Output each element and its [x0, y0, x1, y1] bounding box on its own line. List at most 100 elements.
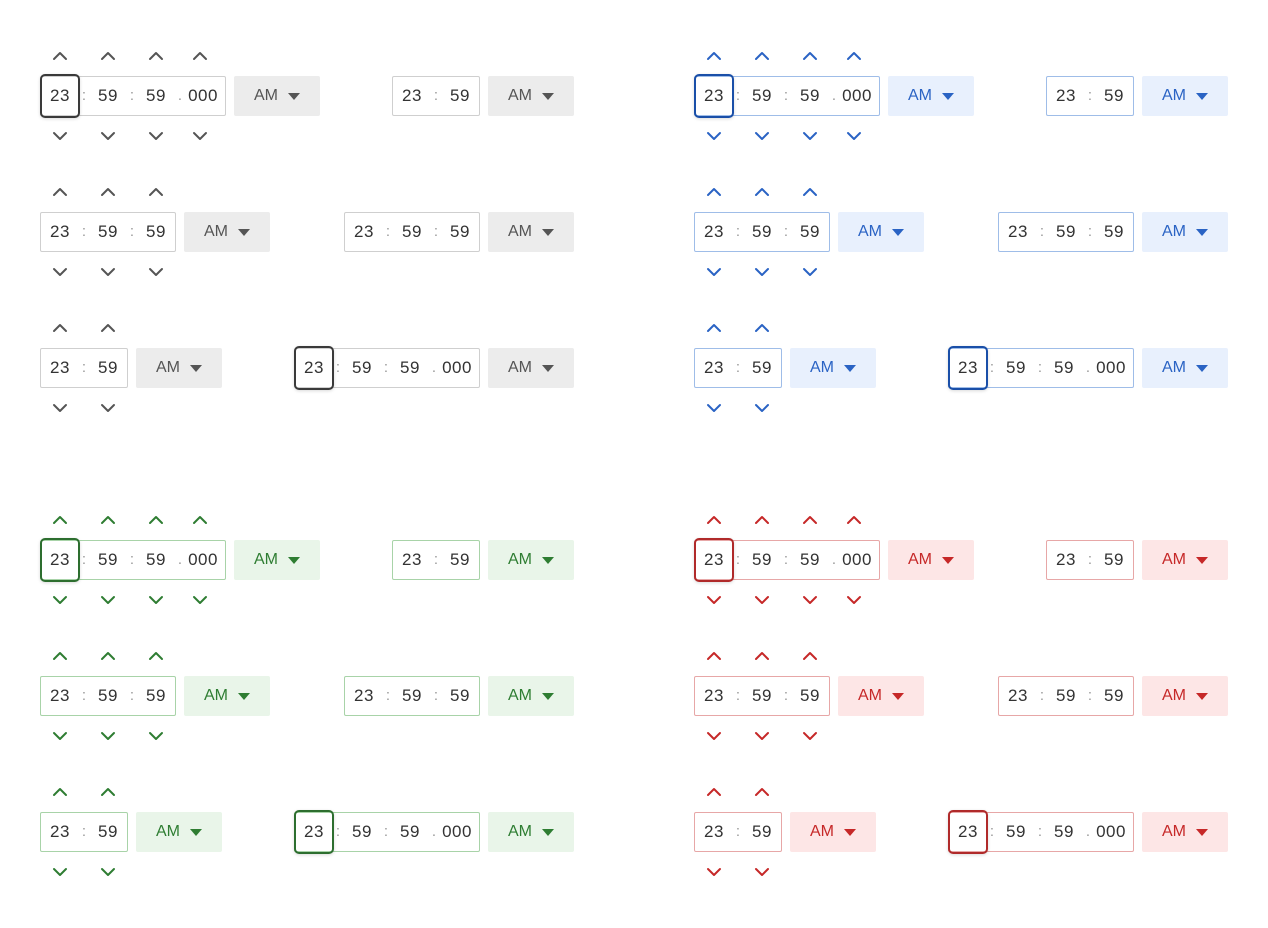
chevron-up-icon[interactable]: [752, 513, 772, 527]
seconds-segment[interactable]: 59: [440, 676, 480, 716]
seconds-segment[interactable]: 59: [790, 676, 830, 716]
minutes-segment[interactable]: 59: [742, 76, 782, 116]
chevron-up-icon[interactable]: [146, 513, 166, 527]
minutes-segment[interactable]: 59: [88, 212, 128, 252]
chevron-up-icon[interactable]: [50, 321, 70, 335]
minutes-segment[interactable]: 59: [742, 676, 782, 716]
chevron-down-icon[interactable]: [146, 129, 166, 143]
milliseconds-segment[interactable]: 000: [180, 540, 226, 580]
chevron-down-icon[interactable]: [98, 265, 118, 279]
chevron-down-icon[interactable]: [146, 265, 166, 279]
ampm-dropdown[interactable]: AM: [1142, 540, 1228, 580]
hours-segment[interactable]: 23: [392, 540, 432, 580]
chevron-down-icon[interactable]: [704, 593, 724, 607]
chevron-down-icon[interactable]: [50, 729, 70, 743]
chevron-down-icon[interactable]: [50, 865, 70, 879]
chevron-down-icon[interactable]: [704, 129, 724, 143]
chevron-down-icon[interactable]: [844, 593, 864, 607]
hours-segment[interactable]: 23: [344, 676, 384, 716]
seconds-segment[interactable]: 59: [790, 76, 830, 116]
chevron-up-icon[interactable]: [800, 513, 820, 527]
chevron-up-icon[interactable]: [98, 49, 118, 63]
chevron-up-icon[interactable]: [98, 649, 118, 663]
chevron-up-icon[interactable]: [146, 185, 166, 199]
hours-segment[interactable]: 23: [694, 348, 734, 388]
seconds-segment[interactable]: 59: [1044, 348, 1084, 388]
ampm-dropdown[interactable]: AM: [790, 812, 876, 852]
ampm-dropdown[interactable]: AM: [136, 812, 222, 852]
chevron-up-icon[interactable]: [146, 649, 166, 663]
ampm-dropdown[interactable]: AM: [1142, 212, 1228, 252]
chevron-down-icon[interactable]: [800, 729, 820, 743]
chevron-down-icon[interactable]: [50, 129, 70, 143]
minutes-segment[interactable]: 59: [440, 76, 480, 116]
seconds-segment[interactable]: 59: [1094, 676, 1134, 716]
seconds-segment[interactable]: 59: [136, 676, 176, 716]
chevron-up-icon[interactable]: [704, 513, 724, 527]
ampm-dropdown[interactable]: AM: [1142, 676, 1228, 716]
chevron-up-icon[interactable]: [98, 785, 118, 799]
chevron-down-icon[interactable]: [50, 401, 70, 415]
chevron-up-icon[interactable]: [190, 49, 210, 63]
minutes-segment[interactable]: 59: [88, 76, 128, 116]
minutes-segment[interactable]: 59: [742, 540, 782, 580]
ampm-dropdown[interactable]: AM: [184, 212, 270, 252]
ampm-dropdown[interactable]: AM: [1142, 812, 1228, 852]
seconds-segment[interactable]: 59: [136, 540, 176, 580]
chevron-down-icon[interactable]: [752, 265, 772, 279]
hours-segment[interactable]: 23: [1046, 540, 1086, 580]
hours-segment[interactable]: 23: [948, 810, 988, 854]
hours-segment[interactable]: 23: [694, 812, 734, 852]
ampm-dropdown[interactable]: AM: [488, 676, 574, 716]
minutes-segment[interactable]: 59: [742, 212, 782, 252]
seconds-segment[interactable]: 59: [136, 76, 176, 116]
chevron-up-icon[interactable]: [752, 49, 772, 63]
minutes-segment[interactable]: 59: [1094, 76, 1134, 116]
seconds-segment[interactable]: 59: [136, 212, 176, 252]
hours-segment[interactable]: 23: [344, 212, 384, 252]
ampm-dropdown[interactable]: AM: [488, 812, 574, 852]
ampm-dropdown[interactable]: AM: [136, 348, 222, 388]
milliseconds-segment[interactable]: 000: [1088, 348, 1134, 388]
hours-segment[interactable]: 23: [40, 348, 80, 388]
ampm-dropdown[interactable]: AM: [488, 76, 574, 116]
chevron-down-icon[interactable]: [800, 265, 820, 279]
chevron-up-icon[interactable]: [800, 49, 820, 63]
hours-segment[interactable]: 23: [294, 346, 334, 390]
milliseconds-segment[interactable]: 000: [834, 540, 880, 580]
chevron-down-icon[interactable]: [752, 729, 772, 743]
hours-segment[interactable]: 23: [40, 212, 80, 252]
ampm-dropdown[interactable]: AM: [234, 540, 320, 580]
chevron-down-icon[interactable]: [190, 129, 210, 143]
minutes-segment[interactable]: 59: [1094, 540, 1134, 580]
hours-segment[interactable]: 23: [694, 74, 734, 118]
chevron-up-icon[interactable]: [704, 785, 724, 799]
hours-segment[interactable]: 23: [948, 346, 988, 390]
ampm-dropdown[interactable]: AM: [488, 540, 574, 580]
chevron-up-icon[interactable]: [50, 649, 70, 663]
hours-segment[interactable]: 23: [40, 676, 80, 716]
chevron-up-icon[interactable]: [50, 785, 70, 799]
ampm-dropdown[interactable]: AM: [838, 676, 924, 716]
hours-segment[interactable]: 23: [40, 538, 80, 582]
chevron-down-icon[interactable]: [98, 865, 118, 879]
milliseconds-segment[interactable]: 000: [180, 76, 226, 116]
minutes-segment[interactable]: 59: [996, 348, 1036, 388]
chevron-down-icon[interactable]: [800, 129, 820, 143]
minutes-segment[interactable]: 59: [392, 676, 432, 716]
hours-segment[interactable]: 23: [694, 212, 734, 252]
milliseconds-segment[interactable]: 000: [1088, 812, 1134, 852]
chevron-up-icon[interactable]: [50, 49, 70, 63]
minutes-segment[interactable]: 59: [1046, 212, 1086, 252]
chevron-up-icon[interactable]: [704, 321, 724, 335]
chevron-up-icon[interactable]: [146, 49, 166, 63]
milliseconds-segment[interactable]: 000: [434, 348, 480, 388]
chevron-down-icon[interactable]: [146, 729, 166, 743]
chevron-up-icon[interactable]: [98, 321, 118, 335]
chevron-up-icon[interactable]: [844, 513, 864, 527]
minutes-segment[interactable]: 59: [88, 812, 128, 852]
ampm-dropdown[interactable]: AM: [488, 212, 574, 252]
ampm-dropdown[interactable]: AM: [888, 76, 974, 116]
chevron-down-icon[interactable]: [752, 129, 772, 143]
chevron-down-icon[interactable]: [752, 865, 772, 879]
